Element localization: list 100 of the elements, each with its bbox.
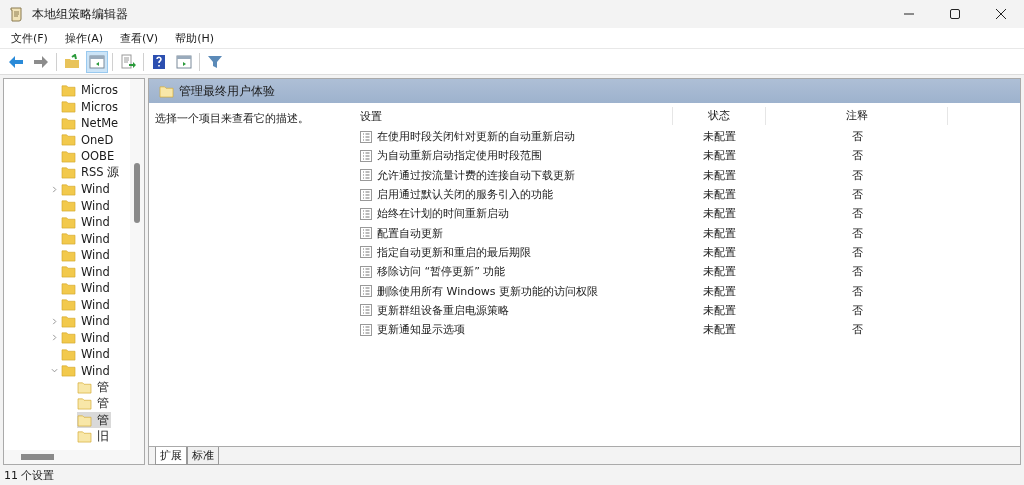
view-tab[interactable]: 标准 (187, 447, 219, 465)
setting-name[interactable]: 为自动重新启动指定使用时段范围 (377, 148, 542, 164)
tree-item[interactable]: Wind (81, 314, 110, 329)
table-cell: 未配置 (703, 226, 736, 240)
tree-item[interactable]: RSS 源 (81, 165, 120, 181)
column-header[interactable]: 注释 (766, 107, 948, 125)
policy-icon (360, 207, 372, 220)
table-cell: 否 (851, 245, 863, 259)
column-header[interactable]: 状态 (673, 107, 766, 125)
table-cell: 未配置 (703, 265, 736, 279)
table-cell: 否 (851, 303, 863, 317)
scrollbar-thumb[interactable] (134, 163, 140, 223)
tree-item[interactable]: OOBE (81, 149, 115, 164)
folder-icon (61, 265, 76, 279)
tree-item[interactable]: OneD (81, 132, 114, 147)
tree-item[interactable]: Wind (81, 198, 110, 213)
setting-name[interactable]: 移除访问 “暂停更新” 功能 (377, 264, 506, 280)
column-header[interactable]: 设置 (351, 107, 673, 125)
view-tab[interactable]: 扩展 (155, 447, 187, 465)
chevron-down-icon[interactable] (50, 367, 58, 375)
menu-item[interactable]: 帮助(H) (175, 30, 214, 46)
tree-item[interactable]: Wind (81, 182, 110, 197)
setting-name[interactable]: 配置自动更新 (377, 225, 443, 241)
table-cell: 未配置 (703, 149, 736, 163)
policy-icon (360, 149, 372, 162)
tree-item[interactable]: Micros (81, 99, 118, 114)
folder-icon (61, 149, 76, 163)
tree-item[interactable]: Wind (81, 231, 110, 246)
table-cell: 否 (851, 207, 863, 221)
tree-item[interactable]: Wind (81, 264, 110, 279)
tree-item[interactable]: Wind (81, 297, 110, 312)
folder-icon (61, 281, 76, 295)
setting-name[interactable]: 启用通过默认关闭的服务引入的功能 (377, 187, 553, 203)
table-cell: 否 (851, 226, 863, 240)
tree-item[interactable]: NetMe (81, 116, 119, 131)
tree-item[interactable]: Wind (81, 215, 110, 230)
tree-item[interactable]: 管 (77, 412, 111, 429)
table-cell: 未配置 (703, 188, 736, 202)
folder-icon (77, 380, 92, 394)
menu-item[interactable]: 文件(F) (11, 30, 48, 46)
folder-icon (61, 182, 76, 196)
tree-item[interactable]: 旧 (77, 428, 111, 445)
table-cell: 未配置 (703, 323, 736, 337)
policy-icon (360, 188, 372, 201)
setting-name[interactable]: 允许通过按流量计费的连接自动下载更新 (377, 167, 575, 183)
tree-item[interactable]: Wind (81, 248, 110, 263)
folder-icon (61, 215, 76, 229)
folder-icon (61, 314, 76, 328)
table-cell: 未配置 (703, 284, 736, 298)
tree-item[interactable]: Wind (81, 330, 110, 345)
export-list-icon[interactable] (118, 51, 138, 72)
table-cell: 否 (851, 168, 863, 182)
policy-icon (360, 265, 372, 278)
table-cell: 未配置 (703, 130, 736, 144)
tree-item[interactable]: 管 (77, 395, 111, 412)
table-cell: 未配置 (703, 245, 736, 259)
table-cell: 未配置 (703, 207, 736, 221)
setting-name[interactable]: 更新群组设备重启电源策略 (377, 302, 509, 318)
window-title: 本地组策略编辑器 (32, 5, 128, 23)
tree-item[interactable]: Micros (81, 83, 118, 98)
description-text: 选择一个项目来查看它的描述。 (155, 112, 309, 125)
policy-icon (360, 227, 372, 240)
tree-item[interactable]: 管 (77, 379, 111, 396)
table-cell: 否 (851, 284, 863, 298)
policy-icon (360, 246, 372, 259)
folder-icon (77, 413, 92, 427)
setting-name[interactable]: 在使用时段关闭针对更新的自动重新启动 (377, 129, 575, 145)
folder-icon (61, 100, 76, 114)
table-cell: 未配置 (703, 168, 736, 182)
folder-icon (61, 364, 76, 378)
menu-item[interactable]: 查看(V) (120, 30, 159, 46)
folder-icon (61, 232, 76, 246)
tree-item[interactable]: Wind (81, 281, 110, 296)
status-text: 11 个设置 (4, 467, 55, 483)
setting-name[interactable]: 删除使用所有 Windows 更新功能的访问权限 (377, 283, 599, 299)
policy-icon (360, 130, 372, 143)
tree-item[interactable]: Wind (81, 347, 110, 362)
folder-icon (61, 83, 76, 97)
table-cell: 否 (851, 130, 863, 144)
panel-title: 管理最终用户体验 (179, 83, 275, 99)
folder-icon (61, 199, 76, 213)
table-cell: 否 (851, 265, 863, 279)
setting-name[interactable]: 更新通知显示选项 (377, 322, 465, 338)
policy-icon (360, 304, 372, 317)
folder-icon (61, 331, 76, 345)
policy-icon (360, 285, 372, 297)
pane-toggle-icon[interactable] (87, 51, 107, 72)
chevron-right-icon[interactable] (50, 317, 58, 325)
tree-item[interactable]: Wind (81, 363, 110, 378)
menu-item[interactable]: 操作(A) (64, 30, 104, 46)
folder-icon (61, 133, 76, 147)
scrollbar-thumb[interactable] (21, 454, 54, 460)
chevron-right-icon[interactable] (50, 334, 58, 342)
folder-icon (159, 84, 174, 98)
folder-icon (61, 116, 76, 130)
chevron-right-icon[interactable] (50, 185, 58, 193)
setting-name[interactable]: 指定自动更新和重启的最后期限 (377, 244, 531, 260)
table-cell: 未配置 (703, 303, 736, 317)
table-cell: 否 (851, 149, 863, 163)
setting-name[interactable]: 始终在计划的时间重新启动 (377, 206, 509, 222)
